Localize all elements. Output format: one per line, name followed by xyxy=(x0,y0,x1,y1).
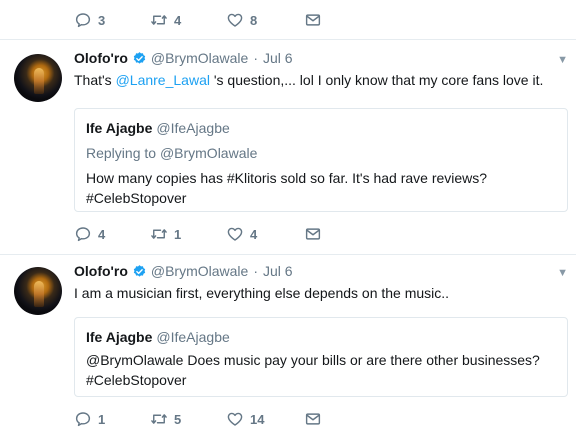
tweet-actions-top: 3 4 8 xyxy=(74,8,360,32)
timestamp[interactable]: Jul 6 xyxy=(263,50,293,66)
author-handle[interactable]: @BrymOlawale xyxy=(151,263,248,279)
quoted-author-handle: @IfeAjagbe xyxy=(156,120,230,136)
heart-icon xyxy=(226,11,244,29)
quoted-author-name: Ife Ajagbe xyxy=(86,329,153,345)
quoted-author-handle: @IfeAjagbe xyxy=(156,329,230,345)
direct-message-button[interactable] xyxy=(304,410,322,428)
separator: · xyxy=(253,50,258,66)
quoted-text: How many copies has #Klitoris sold so fa… xyxy=(86,168,556,208)
retweet-button[interactable]: 4 xyxy=(150,11,188,29)
quoted-author-name: Ife Ajagbe xyxy=(86,120,153,136)
quoted-text-line: @BrymOlawale Does music pay your bills o… xyxy=(86,352,540,368)
mention-link[interactable]: @Lanre_Lawal xyxy=(116,72,210,88)
replying-to: Replying to @BrymOlawale xyxy=(86,144,556,162)
envelope-icon xyxy=(304,11,322,29)
like-button[interactable]: 4 xyxy=(226,225,264,243)
reply-count: 1 xyxy=(98,411,106,427)
tweet-header: Olofo'ro @BrymOlawale · Jul 6 xyxy=(74,50,293,66)
direct-message-button[interactable] xyxy=(304,11,322,29)
retweet-button[interactable]: 1 xyxy=(150,225,188,243)
like-button[interactable]: 8 xyxy=(226,11,264,29)
reply-count: 4 xyxy=(98,226,106,242)
chevron-down-icon[interactable]: ▼ xyxy=(557,267,568,279)
retweet-button[interactable]: 5 xyxy=(150,410,188,428)
quoted-tweet[interactable]: Ife Ajagbe @IfeAjagbe @BrymOlawale Does … xyxy=(74,317,568,397)
replying-to-label: Replying to xyxy=(86,145,160,161)
reply-button[interactable]: 4 xyxy=(74,225,112,243)
author-name[interactable]: Olofo'ro xyxy=(74,50,128,66)
like-count: 4 xyxy=(250,226,258,242)
chevron-down-icon[interactable]: ▼ xyxy=(557,54,568,66)
tweet-text-suffix: 's question,... lol I only know that my … xyxy=(209,72,544,88)
reply-count: 3 xyxy=(98,12,106,28)
tweet[interactable]: Olofo'ro @BrymOlawale · Jul 6 ▼ I am a m… xyxy=(0,255,576,442)
verified-badge-icon xyxy=(132,264,147,279)
envelope-icon xyxy=(304,410,322,428)
avatar[interactable] xyxy=(14,54,62,102)
quoted-text-line: How many copies has #Klitoris sold so fa… xyxy=(86,170,488,186)
quoted-tweet[interactable]: Ife Ajagbe @IfeAjagbe Replying to @BrymO… xyxy=(74,108,568,212)
tweet-text-prefix: That's xyxy=(74,72,116,88)
tweet[interactable]: Olofo'ro @BrymOlawale · Jul 6 ▼ That's @… xyxy=(0,40,576,256)
direct-message-button[interactable] xyxy=(304,225,322,243)
replying-to-handle[interactable]: @BrymOlawale xyxy=(160,145,257,161)
retweet-count: 5 xyxy=(174,411,182,427)
reply-icon xyxy=(74,410,92,428)
envelope-icon xyxy=(304,225,322,243)
heart-icon xyxy=(226,410,244,428)
retweet-icon xyxy=(150,11,168,29)
author-handle[interactable]: @BrymOlawale xyxy=(151,50,248,66)
like-button[interactable]: 14 xyxy=(226,410,264,428)
separator: · xyxy=(253,263,258,279)
tweet-header: Olofo'ro @BrymOlawale · Jul 6 xyxy=(74,263,293,279)
tweet-text: That's @Lanre_Lawal 's question,... lol … xyxy=(74,70,543,90)
retweet-icon xyxy=(150,225,168,243)
like-count: 8 xyxy=(250,12,258,28)
quoted-text-line: #CelebStopover xyxy=(86,372,187,388)
reply-button[interactable]: 1 xyxy=(74,410,112,428)
tweet-actions: 1 5 14 xyxy=(74,407,360,431)
retweet-count: 1 xyxy=(174,226,182,242)
avatar[interactable] xyxy=(14,267,62,315)
tweet-text: I am a musician first, everything else d… xyxy=(74,285,450,301)
author-name[interactable]: Olofo'ro xyxy=(74,263,128,279)
retweet-count: 4 xyxy=(174,12,182,28)
tweet-actions: 4 1 4 xyxy=(74,222,360,246)
quoted-text: @BrymOlawale Does music pay your bills o… xyxy=(86,350,556,390)
heart-icon xyxy=(226,225,244,243)
reply-icon xyxy=(74,11,92,29)
verified-badge-icon xyxy=(132,51,147,66)
reply-icon xyxy=(74,225,92,243)
like-count: 14 xyxy=(250,411,265,427)
reply-button[interactable]: 3 xyxy=(74,11,112,29)
retweet-icon xyxy=(150,410,168,428)
quoted-text-line: #CelebStopover xyxy=(86,190,187,206)
timestamp[interactable]: Jul 6 xyxy=(263,263,293,279)
